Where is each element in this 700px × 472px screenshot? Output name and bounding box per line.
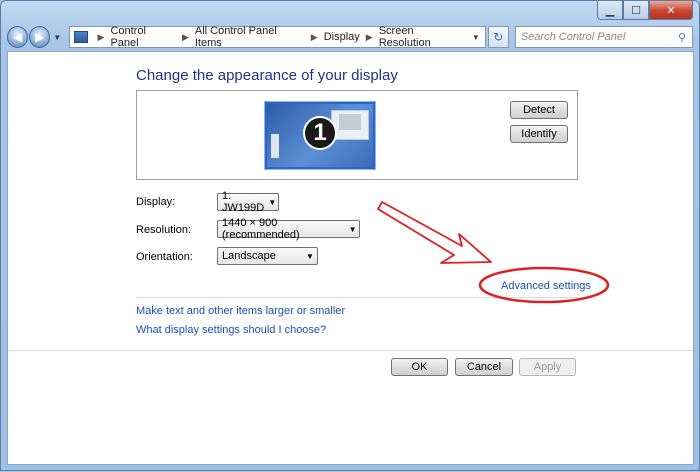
- control-panel-window: ▁ ☐ ✕ ◀ ▶ ▼ ▶ Control Panel ▶ All Contro…: [0, 0, 700, 471]
- chevron-down-icon: ▼: [53, 32, 62, 42]
- apply-button[interactable]: Apply: [519, 358, 576, 376]
- breadcrumb-display[interactable]: Display: [324, 31, 360, 43]
- breadcrumb-control-panel[interactable]: Control Panel: [110, 25, 176, 49]
- resolution-label: Resolution:: [136, 224, 192, 236]
- display-preview-area: 1 Detect Identify: [136, 90, 578, 180]
- monitor-number-badge: 1: [303, 116, 337, 150]
- chevron-right-icon: ▶: [181, 31, 189, 42]
- back-arrow-icon: ◀: [12, 30, 23, 44]
- page-title: Change the appearance of your display: [136, 67, 398, 84]
- close-button[interactable]: ✕: [649, 1, 693, 20]
- orientation-select[interactable]: Landscape ▼: [217, 247, 318, 265]
- recent-pages-dropdown[interactable]: ▼: [53, 33, 64, 42]
- search-icon[interactable]: ⚲: [672, 31, 692, 44]
- navigation-bar: ◀ ▶ ▼ ▶ Control Panel ▶ All Control Pane…: [7, 25, 693, 49]
- chevron-down-icon: ▼: [268, 197, 277, 207]
- display-select[interactable]: 1. JW199D ▼: [217, 190, 279, 214]
- advanced-settings-link[interactable]: Advanced settings: [501, 280, 591, 292]
- caption-buttons: ▁ ☐ ✕: [597, 1, 693, 21]
- address-bar[interactable]: ▶ Control Panel ▶ All Control Panel Item…: [68, 25, 486, 49]
- maximize-button[interactable]: ☐: [623, 1, 649, 20]
- display-value: 1. JW199D: [222, 190, 265, 214]
- ok-button[interactable]: OK: [391, 358, 448, 376]
- section-divider: [136, 297, 578, 298]
- refresh-button[interactable]: ↻: [487, 26, 509, 48]
- chevron-right-icon: ▶: [97, 31, 105, 42]
- forward-arrow-icon: ▶: [35, 30, 45, 44]
- resolution-select[interactable]: 1440 × 900 (recommended) ▼: [217, 217, 360, 241]
- content-pane: Change the appearance of your display 1 …: [7, 51, 694, 465]
- display-label: Display:: [136, 196, 176, 208]
- detect-button[interactable]: Detect: [510, 101, 568, 119]
- forward-button[interactable]: ▶: [29, 26, 51, 48]
- chevron-down-icon: ▼: [348, 224, 357, 234]
- minimize-button[interactable]: ▁: [597, 1, 623, 20]
- chevron-right-icon: ▶: [310, 31, 318, 42]
- search-input[interactable]: Search Control Panel ⚲: [514, 26, 693, 48]
- identify-button[interactable]: Identify: [510, 125, 568, 143]
- control-panel-icon: [73, 31, 88, 43]
- close-icon: ✕: [666, 4, 676, 17]
- orientation-label: Orientation:: [136, 251, 193, 263]
- text-size-link[interactable]: Make text and other items larger or smal…: [136, 305, 345, 317]
- desktop-window-thumbnail-inner: [339, 114, 361, 130]
- breadcrumb-all-items[interactable]: All Control Panel Items: [195, 25, 305, 49]
- search-placeholder: Search Control Panel: [520, 31, 626, 43]
- breadcrumb-screen-resolution[interactable]: Screen Resolution: [379, 25, 467, 49]
- monitor-1-tile[interactable]: 1: [265, 102, 375, 169]
- footer-divider: [8, 350, 693, 351]
- back-button[interactable]: ◀: [7, 26, 29, 48]
- chevron-down-icon: ▼: [306, 251, 314, 261]
- cancel-button[interactable]: Cancel: [455, 358, 513, 376]
- display-help-link[interactable]: What display settings should I choose?: [136, 324, 326, 336]
- refresh-icon: ↻: [493, 30, 504, 44]
- address-dropdown-icon[interactable]: ▼: [467, 33, 485, 42]
- chevron-right-icon: ▶: [365, 31, 373, 42]
- resolution-value: 1440 × 900 (recommended): [222, 217, 300, 241]
- maximize-icon: ☐: [631, 4, 641, 17]
- desktop-sidebar-thumbnail: [271, 134, 279, 158]
- minimize-icon: ▁: [605, 4, 615, 17]
- orientation-value: Landscape: [222, 250, 276, 262]
